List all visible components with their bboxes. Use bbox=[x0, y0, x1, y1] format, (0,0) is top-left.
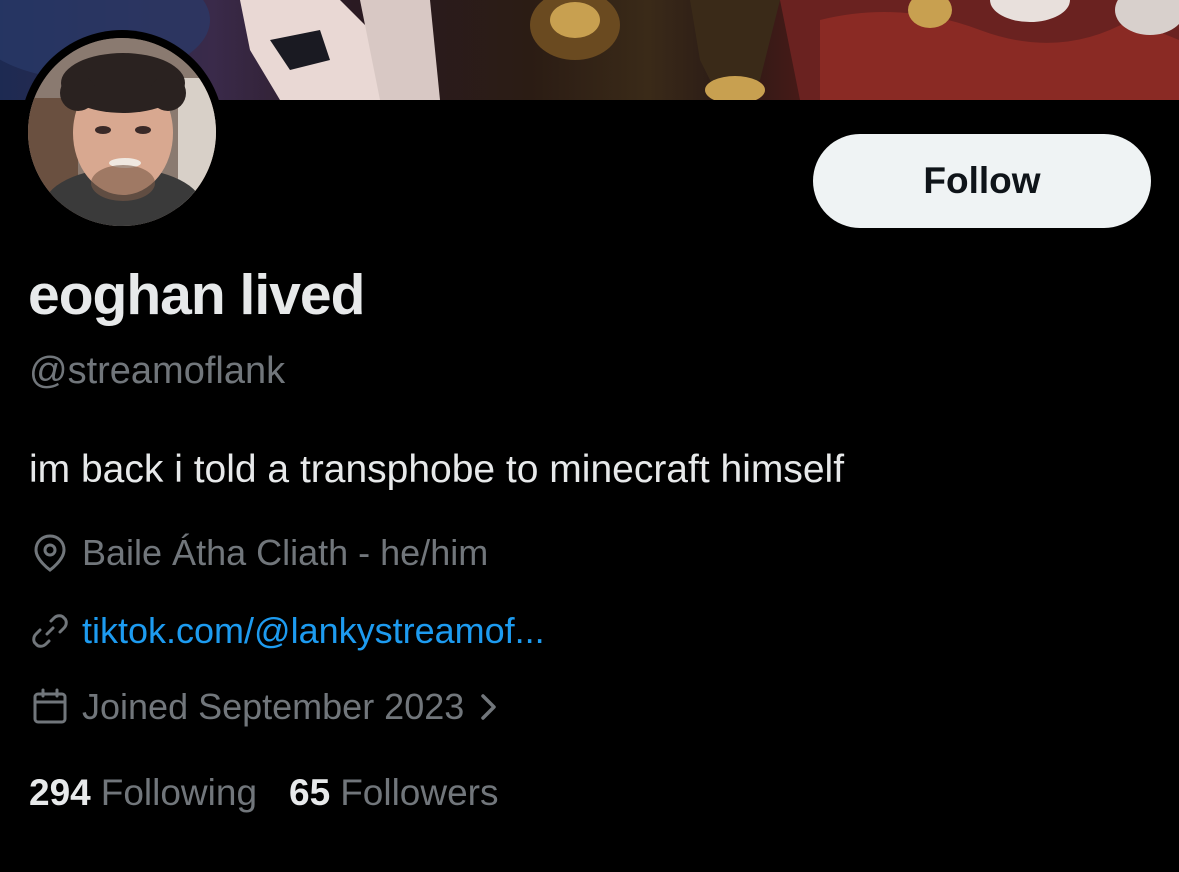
followers-count: 65 bbox=[289, 772, 331, 813]
follow-stats: 294 Following 65 Followers bbox=[29, 772, 531, 814]
following-count: 294 bbox=[29, 772, 91, 813]
website-row: tiktok.com/@lankystreamof... bbox=[30, 610, 545, 652]
followers-label: Followers bbox=[340, 772, 499, 813]
location-pin-icon bbox=[30, 533, 70, 573]
followers-stat[interactable]: 65 Followers bbox=[289, 772, 498, 814]
link-icon bbox=[30, 611, 70, 651]
website-link[interactable]: tiktok.com/@lankystreamof... bbox=[82, 610, 545, 652]
chevron-right-icon bbox=[478, 692, 500, 722]
following-label: Following bbox=[100, 772, 258, 813]
username-handle: @streamoflank bbox=[29, 350, 286, 392]
calendar-icon bbox=[30, 687, 70, 727]
follow-button[interactable]: Follow bbox=[813, 134, 1151, 228]
display-name: eoghan lived bbox=[28, 263, 365, 327]
profile-screen: Follow eoghan lived @streamoflank im bac… bbox=[0, 0, 1179, 872]
location-row: Baile Átha Cliath - he/him bbox=[30, 532, 488, 574]
following-stat[interactable]: 294 Following bbox=[29, 772, 257, 814]
profile-bio: im back i told a transphobe to minecraft… bbox=[29, 448, 845, 491]
avatar[interactable] bbox=[28, 38, 216, 226]
joined-row[interactable]: Joined September 2023 bbox=[30, 686, 500, 728]
joined-date: Joined September 2023 bbox=[82, 686, 465, 727]
location-text: Baile Átha Cliath - he/him bbox=[82, 532, 489, 573]
avatar-photo bbox=[28, 38, 216, 226]
